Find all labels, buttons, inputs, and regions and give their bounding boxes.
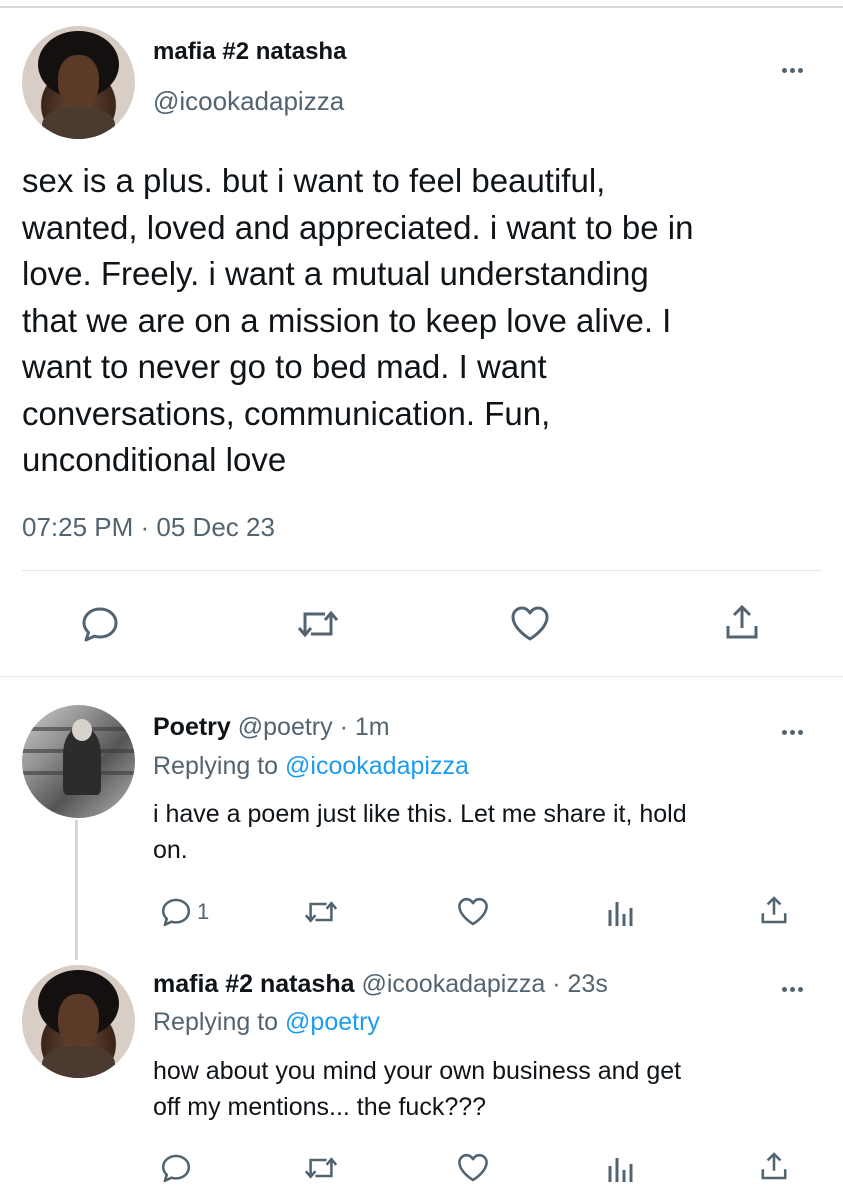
tweet-text-line: sex is a plus. but i want to feel beauti… xyxy=(22,162,606,199)
like-icon[interactable] xyxy=(456,896,490,928)
tweet-text-line: wanted, loved and appreciated. i want to… xyxy=(22,208,694,246)
reply-header: Poetry @poetry · 1m xyxy=(153,713,390,742)
analytics-icon[interactable] xyxy=(606,896,636,928)
replying-to-label: Replying to xyxy=(153,752,286,780)
tweet-text-line: that we are on a mission to keep love al… xyxy=(22,301,672,339)
mention-link[interactable]: @poetry xyxy=(285,1008,380,1036)
like-icon[interactable] xyxy=(509,604,551,644)
avatar[interactable] xyxy=(22,965,135,1078)
share-icon[interactable] xyxy=(758,894,790,926)
tweet-text: sex is a plus. but i want to feel beauti… xyxy=(22,158,827,484)
thread-connector xyxy=(75,820,78,960)
replying-to: Replying to @poetry xyxy=(153,1008,380,1037)
divider xyxy=(0,676,843,677)
like-icon[interactable] xyxy=(456,1152,490,1184)
reply-icon[interactable] xyxy=(80,604,120,644)
reply-header: mafia #2 natasha @icookadapizza · 23s xyxy=(153,970,608,999)
retweet-icon[interactable] xyxy=(296,604,340,644)
display-name[interactable]: Poetry xyxy=(153,713,231,741)
avatar[interactable] xyxy=(22,705,135,818)
tweet-text-line: unconditional love xyxy=(22,441,287,478)
analytics-icon[interactable] xyxy=(606,1152,636,1184)
tweet-timestamp[interactable]: 07:25 PM · 05 Dec 23 xyxy=(22,512,275,543)
reply-text: i have a poem just like this. Let me sha… xyxy=(153,796,687,868)
display-name[interactable]: mafia #2 natasha xyxy=(153,38,346,66)
tweet-text-line: love. Freely. i want a mutual understand… xyxy=(22,255,649,292)
reply-text-line: on. xyxy=(153,836,188,864)
share-icon[interactable] xyxy=(722,602,762,642)
more-options-icon[interactable] xyxy=(782,60,812,73)
tweet-text-line: want to never go to bed mad. I want xyxy=(22,348,547,385)
share-icon[interactable] xyxy=(758,1150,790,1182)
reply-text-line: off my mentions... the fuck??? xyxy=(153,1093,487,1121)
divider xyxy=(22,570,822,571)
reply-text-line: i have a poem just like this. Let me sha… xyxy=(153,800,687,828)
reply-time[interactable]: · 1m xyxy=(340,713,390,741)
reply-text: how about you mind your own business and… xyxy=(153,1053,681,1125)
display-name[interactable]: mafia #2 natasha xyxy=(153,970,355,998)
more-options-icon[interactable] xyxy=(782,722,812,735)
replying-to: Replying to @icookadapizza xyxy=(153,752,469,781)
more-options-icon[interactable] xyxy=(782,979,812,992)
avatar[interactable] xyxy=(22,26,135,139)
tweet-text-line: conversations, communication. Fun, xyxy=(22,394,551,432)
retweet-icon[interactable] xyxy=(303,896,339,928)
reply-count: 1 xyxy=(197,899,210,924)
replying-to-label: Replying to xyxy=(153,1008,286,1036)
reply-text-line: how about you mind your own business and… xyxy=(153,1057,682,1085)
user-handle[interactable]: @poetry xyxy=(238,713,333,741)
user-handle[interactable]: @icookadapizza xyxy=(361,970,545,998)
mention-link[interactable]: @icookadapizza xyxy=(285,752,469,780)
retweet-icon[interactable] xyxy=(303,1152,339,1184)
reply-time[interactable]: · 23s xyxy=(552,970,608,998)
reply-icon[interactable] xyxy=(160,896,192,928)
reply-icon[interactable] xyxy=(160,1152,192,1184)
top-divider xyxy=(0,6,843,8)
user-handle[interactable]: @icookadapizza xyxy=(153,86,344,117)
